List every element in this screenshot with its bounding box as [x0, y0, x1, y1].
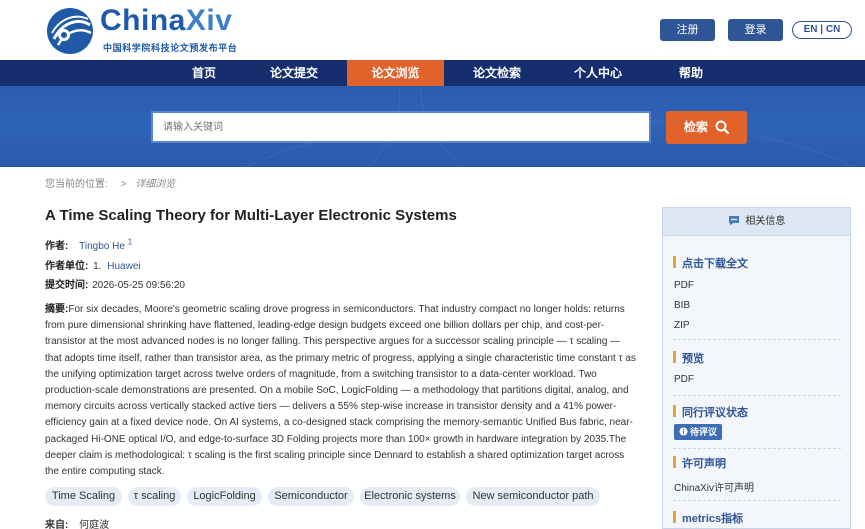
keyword-tag[interactable]: New semiconductor path	[466, 487, 600, 506]
review-status-label: 待评议	[690, 427, 718, 437]
abstract-label: 摘要:	[45, 304, 69, 315]
download-bib-link[interactable]: BIB	[674, 300, 690, 311]
site-header: ChinaXiv 中国科学院科技论文预发布平台 注册 登录 EN | CN	[0, 0, 865, 60]
source-row: 来自: 何庭波	[45, 516, 109, 529]
review-section-title: 同行评议状态	[673, 404, 748, 420]
breadcrumb-label: 您当前的位置:	[45, 179, 108, 190]
download-section-title: 点击下载全文	[673, 255, 748, 271]
author-label: 作者:	[45, 241, 69, 252]
keyword-tag[interactable]: τ scaling	[128, 487, 181, 506]
chat-icon	[728, 216, 739, 226]
affiliation-link[interactable]: Huawei	[107, 261, 140, 272]
sidebar-divider	[673, 500, 841, 501]
keyword-tag[interactable]: Electronic systems	[360, 487, 460, 506]
affiliation-label: 作者单位:	[45, 261, 89, 272]
nav-home[interactable]: 首页	[176, 60, 232, 86]
author-link[interactable]: Tingbo He	[79, 241, 125, 252]
register-button[interactable]: 注册	[660, 19, 715, 41]
info-sidebar: 相关信息 点击下载全文 PDF BIB ZIP 预览 PDF 同行评议状态 待评…	[662, 207, 851, 529]
source-label: 来自:	[45, 520, 69, 529]
language-switch[interactable]: EN | CN	[792, 21, 852, 39]
sidebar-header: 相关信息	[663, 208, 850, 236]
submit-time-row: 提交时间: 2026-05-25 09:56:20	[45, 276, 185, 291]
metrics-section-title: metrics指标	[673, 510, 743, 526]
nav-submit[interactable]: 论文提交	[260, 60, 328, 86]
search-button-label: 检索	[683, 120, 708, 134]
nav-browse[interactable]: 论文浏览	[347, 60, 444, 86]
nav-help[interactable]: 帮助	[670, 60, 712, 86]
download-zip-link[interactable]: ZIP	[674, 320, 690, 331]
preview-section-title: 预览	[673, 350, 704, 366]
brand-subtitle: 中国科学院科技论文预发布平台	[103, 43, 238, 53]
sidebar-divider	[673, 395, 841, 396]
info-icon	[679, 427, 688, 436]
license-link[interactable]: ChinaXiv许可声明	[674, 479, 754, 494]
author-affil-sup: 1	[127, 237, 133, 247]
nav-personal[interactable]: 个人中心	[564, 60, 632, 86]
brand-name[interactable]: ChinaXiv	[100, 4, 232, 38]
abstract-text: For six decades, Moore's geometric scali…	[45, 304, 636, 478]
search-icon	[715, 120, 730, 135]
sidebar-header-label: 相关信息	[745, 216, 786, 227]
abstract: 摘要:For six decades, Moore's geometric sc…	[45, 302, 637, 480]
submit-time-label: 提交时间:	[45, 280, 89, 291]
breadcrumb: 您当前的位置: > 详细浏览	[45, 175, 175, 190]
source-value[interactable]: 何庭波	[79, 520, 109, 529]
main-nav: 首页 论文提交 论文浏览 论文检索 个人中心 帮助	[0, 60, 865, 86]
author-row: 作者: Tingbo He 1	[45, 237, 132, 252]
nav-search[interactable]: 论文检索	[463, 60, 531, 86]
affiliation-row: 作者单位: 1. Huawei	[45, 257, 141, 272]
sidebar-divider	[673, 448, 841, 449]
download-pdf-link[interactable]: PDF	[674, 280, 694, 291]
breadcrumb-current[interactable]: 详细浏览	[135, 179, 175, 190]
preview-pdf-link[interactable]: PDF	[674, 374, 694, 385]
review-status-badge: 待评议	[674, 424, 723, 440]
login-button[interactable]: 登录	[728, 19, 783, 41]
keyword-tag[interactable]: Semiconductor	[268, 487, 354, 506]
breadcrumb-separator: >	[120, 179, 127, 190]
submit-time-value: 2026-05-25 09:56:20	[92, 280, 185, 291]
license-section-title: 许可声明	[673, 455, 726, 471]
affiliation-number: 1.	[93, 261, 102, 272]
keyword-tag[interactable]: LogicFolding	[187, 487, 262, 506]
chinaxiv-logo-icon[interactable]	[44, 5, 96, 57]
search-input[interactable]	[153, 113, 649, 141]
keyword-tag[interactable]: Time Scaling	[45, 487, 122, 506]
sidebar-divider	[673, 339, 841, 340]
article-title: A Time Scaling Theory for Multi-Layer El…	[45, 207, 457, 224]
search-box	[151, 111, 651, 143]
search-button[interactable]: 检索	[666, 111, 747, 144]
